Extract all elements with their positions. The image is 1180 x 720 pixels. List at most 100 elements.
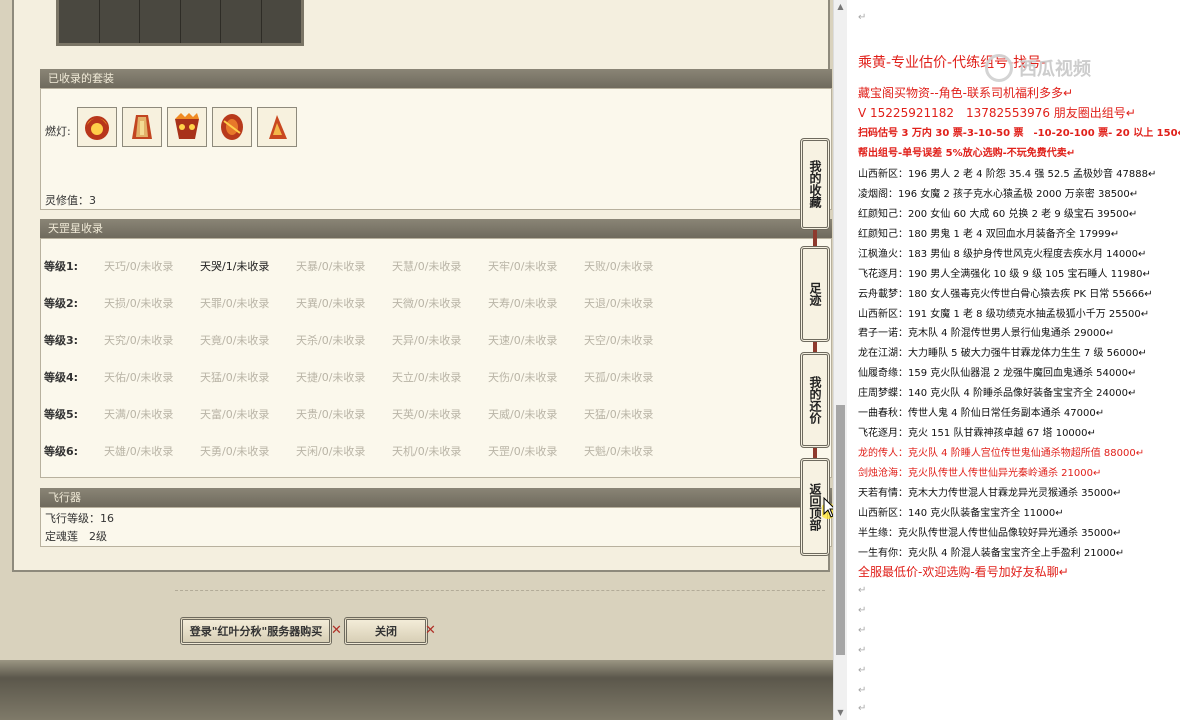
fire-helmet-icon[interactable] bbox=[77, 107, 117, 147]
doc-entry: 红颜知己：180 男鬼 1 老 4 双回血水月装备齐全 17999↵ bbox=[858, 229, 1120, 240]
tiangang-header: 天罡星收录 bbox=[40, 219, 832, 238]
doc-entry: 红颜知己：200 女仙 60 大成 60 兑换 2 老 9 级宝石 39500↵ bbox=[858, 209, 1138, 220]
tab-label: 我的收藏 bbox=[808, 160, 822, 208]
doc-entry: 一曲春秋：传世人鬼 4 阶仙日常任务副本通杀 47000↵ bbox=[858, 408, 1105, 419]
tab-my-favorites[interactable]: 我的收藏 bbox=[800, 138, 830, 230]
doc-line: V 15225921182 13782553976 朋友圈出组号↵ bbox=[858, 106, 1136, 120]
flight-panel: 飞行等级：16 定魂莲 2级 bbox=[40, 507, 832, 547]
star-cell: 天闲/0/未收录 bbox=[296, 445, 366, 458]
fire-mask-icon[interactable] bbox=[167, 107, 207, 147]
doc-entry: 仙履奇缘：159 克火队仙器混 2 龙强牛魔回血鬼通杀 54000↵ bbox=[858, 368, 1137, 379]
star-cell: 天富/0/未收录 bbox=[200, 408, 270, 421]
level-label: 等级2: bbox=[44, 297, 79, 310]
grid-cell[interactable] bbox=[140, 0, 181, 43]
flight-level: 飞行等级：16 bbox=[45, 512, 114, 525]
grid-cell[interactable] bbox=[261, 0, 301, 43]
tab-label: 我的还价 bbox=[808, 376, 822, 424]
vertical-scrollbar[interactable]: ▲ ▼ bbox=[833, 0, 847, 720]
star-cell: 天猛/0/未收录 bbox=[200, 371, 270, 384]
grid-cell[interactable] bbox=[221, 0, 262, 43]
collected-set-header: 已收录的套装 bbox=[40, 69, 832, 88]
collected-set-panel: 燃灯: 灵修值：3 bbox=[40, 88, 832, 210]
level-label: 等级4: bbox=[44, 371, 79, 384]
star-cell: 天猛/0/未收录 bbox=[584, 408, 654, 421]
star-cell: 天伤/0/未收录 bbox=[488, 371, 558, 384]
star-cell: 天败/0/未收录 bbox=[584, 260, 654, 273]
paragraph-mark: ↵ bbox=[858, 12, 867, 23]
level-label: 等级6: bbox=[44, 445, 79, 458]
close-button[interactable]: 关闭 bbox=[344, 617, 428, 645]
star-cell: 天究/0/未收录 bbox=[104, 334, 174, 347]
document-panel: ↵ 乘黄-专业估价-代练组号-找号- 藏宝阁买物资--角色-联系司机福利多多↵ … bbox=[848, 0, 1180, 720]
scroll-up-arrow-icon[interactable]: ▲ bbox=[834, 0, 847, 14]
level-label: 等级1: bbox=[44, 260, 79, 273]
star-cell: 天罡/0/未收录 bbox=[488, 445, 558, 458]
paragraph-mark: ↵ bbox=[858, 625, 867, 636]
star-cell: 天佑/0/未收录 bbox=[104, 371, 174, 384]
watermark-text: 西瓜视频 bbox=[1019, 59, 1091, 80]
doc-entry: 山西新区：191 女魔 1 老 8 级功绩克水抽孟极狐小千万 25500↵ bbox=[858, 309, 1150, 320]
tab-footprint[interactable]: 足迹 bbox=[800, 246, 830, 342]
item-grid bbox=[56, 0, 304, 46]
doc-entry: 半生缘：克火队传世混人传世仙品像较好异光通杀 35000↵ bbox=[858, 528, 1122, 539]
level-row: 等级5: 天满/0/未收录 天富/0/未收录 天贵/0/未收录 天英/0/未收录… bbox=[44, 405, 680, 423]
star-cell: 天微/0/未收录 bbox=[392, 297, 462, 310]
star-cell: 天退/0/未收录 bbox=[584, 297, 654, 310]
star-cell: 天勇/0/未收录 bbox=[200, 445, 270, 458]
scroll-down-arrow-icon[interactable]: ▼ bbox=[834, 706, 847, 720]
flight-header: 飞行器 bbox=[40, 488, 832, 507]
divider bbox=[175, 590, 825, 591]
doc-line: 藏宝阁买物资--角色-联系司机福利多多↵ bbox=[858, 86, 1074, 100]
star-cell: 天速/0/未收录 bbox=[488, 334, 558, 347]
level-row: 等级6: 天雄/0/未收录 天勇/0/未收录 天闲/0/未收录 天机/0/未收录… bbox=[44, 442, 680, 460]
doc-line: 扫码估号 3 万内 30 票-3-10-50 票 -10-20-100 票- 2… bbox=[858, 128, 1180, 139]
star-cell: 天暴/0/未收录 bbox=[296, 260, 366, 273]
doc-line: 帮出组号-单号误差 5%放心选购-不玩免费代卖↵ bbox=[858, 148, 1076, 159]
doc-entry: 凌烟阁：196 女魔 2 孩子克水心猿孟极 2000 万亲密 38500↵ bbox=[858, 189, 1139, 200]
doc-entry: 剑烛沧海：克火队传世人传世仙异光秦岭通杀 21000↵ bbox=[858, 468, 1102, 479]
close-icon[interactable]: ✕ bbox=[331, 623, 342, 638]
doc-entry: 龙的传人：克火队 4 阶睡人宫位传世鬼仙通杀物超所值 88000↵ bbox=[858, 448, 1145, 459]
star-cell: 天机/0/未收录 bbox=[392, 445, 462, 458]
close-icon[interactable]: ✕ bbox=[425, 623, 436, 638]
doc-entry: 天若有情：克木大力传世混人甘霖龙异光灵猴通杀 35000↵ bbox=[858, 488, 1122, 499]
grid-cell[interactable] bbox=[180, 0, 221, 43]
star-cell: 天雄/0/未收录 bbox=[104, 445, 174, 458]
fixed-soul-lotus: 定魂莲 2级 bbox=[45, 530, 107, 543]
star-cell: 天立/0/未收录 bbox=[392, 371, 462, 384]
tiangang-panel: 等级1: 天巧/0/未收录 天哭/1/未收录 天暴/0/未收录 天慧/0/未收录… bbox=[40, 238, 832, 478]
star-cell: 天牢/0/未收录 bbox=[488, 260, 558, 273]
paragraph-mark: ↵ bbox=[858, 685, 867, 696]
star-cell: 天寿/0/未收录 bbox=[488, 297, 558, 310]
doc-entry: 江枫渔火：183 男仙 8 级护身传世风克火程度去疾水月 14000↵ bbox=[858, 249, 1147, 260]
level-row: 等级3: 天究/0/未收录 天竟/0/未收录 天杀/0/未收录 天异/0/未收录… bbox=[44, 331, 680, 349]
doc-entry: 飞花逐月：190 男人全满强化 10 级 9 级 105 宝石睡人 11980↵ bbox=[858, 269, 1151, 280]
paragraph-mark: ↵ bbox=[858, 703, 867, 714]
doc-footer: 全服最低价-欢迎选购-看号加好友私聊↵ bbox=[858, 565, 1069, 579]
login-buy-button[interactable]: 登录"红叶分秋"服务器购买 bbox=[180, 617, 332, 645]
mouse-cursor-icon bbox=[822, 497, 833, 519]
level-row: 等级2: 天损/0/未收录 天罪/0/未收录 天異/0/未收录 天微/0/未收录… bbox=[44, 294, 680, 312]
doc-entry: 飞花逐月：克火 151 队甘霖神孩卓越 67 塔 10000↵ bbox=[858, 428, 1096, 439]
fire-wrist-icon[interactable] bbox=[212, 107, 252, 147]
doc-entry: 山西新区：196 男人 2 老 4 阶怨 35.4 强 52.5 孟极妙音 47… bbox=[858, 169, 1157, 180]
doc-entry: 云舟載梦：180 女人强毒克火传世白骨心猿去疾 PK 日常 55666↵ bbox=[858, 289, 1153, 300]
paragraph-mark: ↵ bbox=[858, 605, 867, 616]
star-cell: 天捷/0/未收录 bbox=[296, 371, 366, 384]
scroll-thumb[interactable] bbox=[836, 405, 845, 655]
grid-cell[interactable] bbox=[59, 0, 100, 43]
star-cell: 天满/0/未收录 bbox=[104, 408, 174, 421]
watermark: 西瓜视频 bbox=[985, 50, 1135, 86]
level-row: 等级4: 天佑/0/未收录 天猛/0/未收录 天捷/0/未收录 天立/0/未收录… bbox=[44, 368, 680, 386]
grid-cell[interactable] bbox=[99, 0, 140, 43]
star-cell: 天空/0/未收录 bbox=[584, 334, 654, 347]
fire-boot-icon[interactable] bbox=[257, 107, 297, 147]
star-cell: 天異/0/未收录 bbox=[296, 297, 366, 310]
fire-robe-icon[interactable] bbox=[122, 107, 162, 147]
tab-my-bargain[interactable]: 我的还价 bbox=[800, 352, 830, 448]
star-cell: 天英/0/未收录 bbox=[392, 408, 462, 421]
tab-label: 足迹 bbox=[808, 282, 822, 306]
spirit-value: 灵修值：3 bbox=[45, 194, 96, 207]
level-row: 等级1: 天巧/0/未收录 天哭/1/未收录 天暴/0/未收录 天慧/0/未收录… bbox=[44, 257, 680, 275]
game-bottom-bar bbox=[0, 660, 833, 720]
